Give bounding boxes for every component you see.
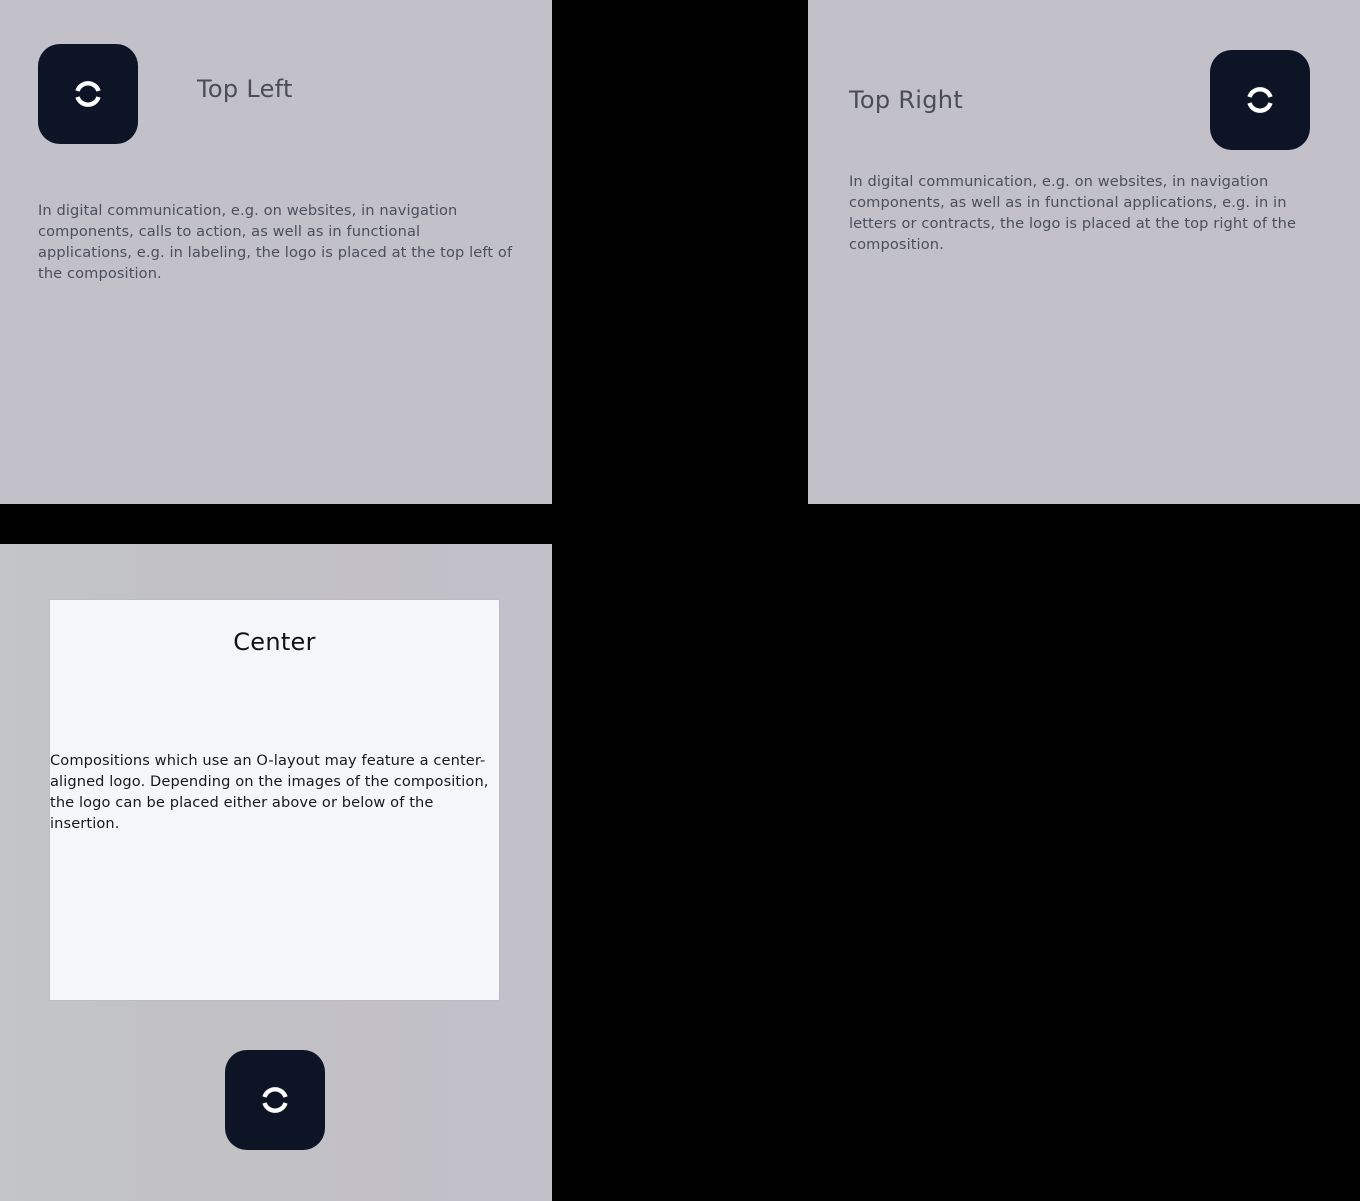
center-card: Center Compositions which use an O-layou… (50, 600, 499, 1000)
logo-tile (1210, 50, 1310, 150)
top-right-panel: Top Right In digital communication, e.g.… (808, 0, 1360, 504)
ring-logo-icon (262, 1087, 288, 1113)
panel-description: Compositions which use an O-layout may f… (50, 752, 489, 832)
panel-description: In digital communication, e.g. on websit… (38, 202, 513, 282)
logo-tile (225, 1050, 325, 1150)
panel-title: Center (233, 628, 316, 656)
center-panel: Center Compositions which use an O-layou… (0, 544, 552, 1201)
logo-tile (38, 44, 138, 144)
panel-description: In digital communication, e.g. on websit… (849, 173, 1297, 253)
top-left-panel: Top Left In digital communication, e.g. … (0, 0, 552, 504)
panel-title: Top Right (849, 86, 964, 114)
ring-logo-icon (1247, 87, 1273, 113)
ring-logo-icon (75, 81, 101, 107)
panel-title: Top Left (197, 75, 293, 103)
